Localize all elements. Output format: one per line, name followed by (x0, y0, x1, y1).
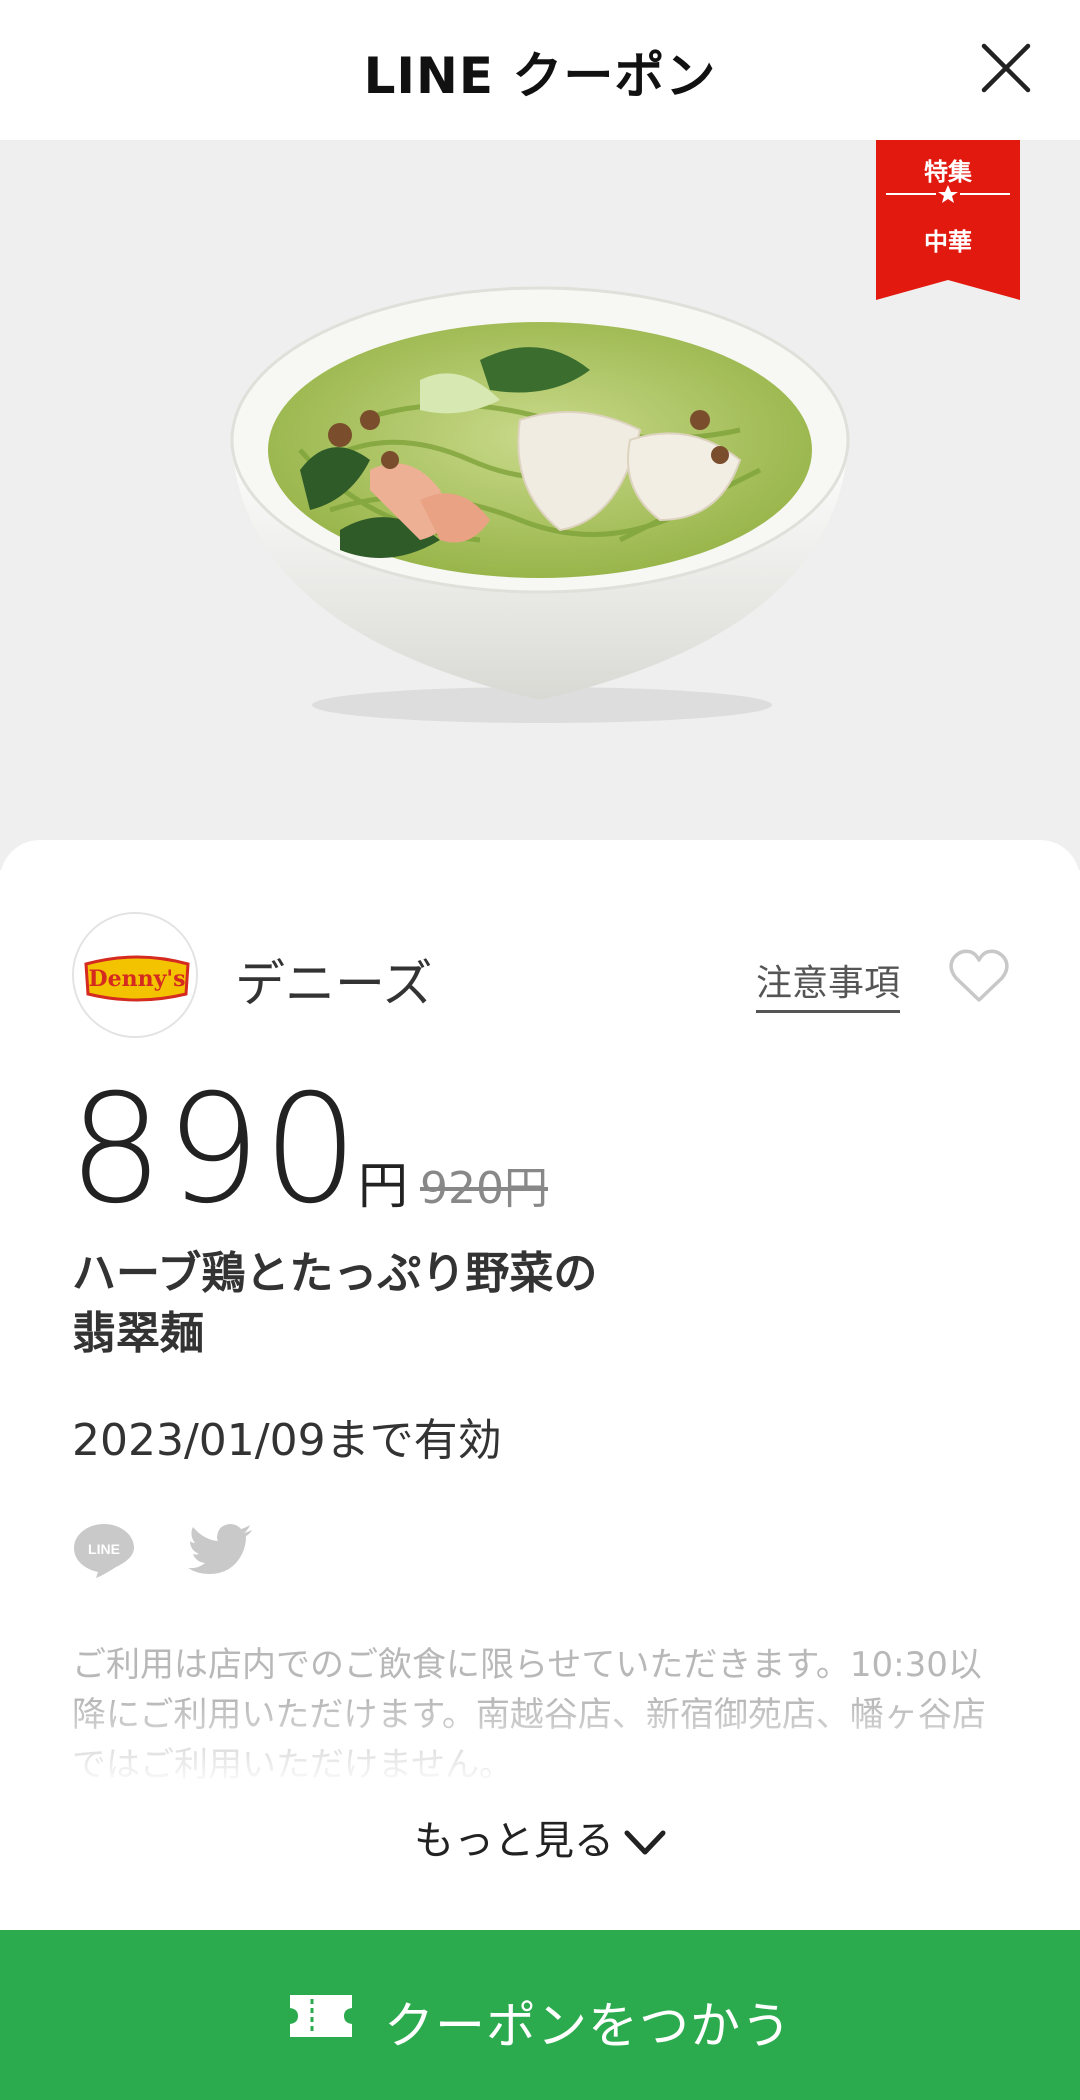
coupon-image: 特集 中華 (0, 140, 1080, 870)
more-button[interactable]: もっと見る (0, 1808, 1080, 1866)
use-coupon-button[interactable]: クーポンをつかう (0, 1930, 1080, 2100)
notice-link[interactable]: 注意事項 (756, 954, 901, 1013)
twitter-icon[interactable] (188, 1522, 254, 1580)
heart-icon[interactable] (948, 948, 1010, 1004)
valid-until: 2023/01/09まで有効 (72, 1415, 502, 1466)
chevron-down-icon (624, 1830, 666, 1855)
noodle-bowl-image (230, 286, 850, 723)
coupon-title-line1: ハーブ鶏とたっぷり野菜の (72, 1248, 598, 1299)
ticket-icon (290, 1995, 352, 2037)
coupon-title-line2: 翡翠麺 (72, 1308, 204, 1359)
header-title: LINE クーポン (363, 47, 717, 105)
close-icon[interactable] (978, 40, 1034, 96)
line-share-icon[interactable]: LINE (72, 1520, 136, 1580)
badge-line2: 中華 (924, 228, 972, 256)
badge-line1: 特集 (924, 158, 972, 186)
price-unit: 円 (358, 1157, 408, 1215)
discount-price: 890 (68, 1063, 361, 1237)
use-coupon-label: クーポンをつかう (384, 1997, 792, 2055)
line-share-label: LINE (88, 1541, 120, 1557)
coupon-title: ハーブ鶏とたっぷり野菜の 翡翠麺 (72, 1244, 772, 1364)
store-name: デニーズ (235, 955, 433, 1013)
store-logo: Denny's (72, 912, 198, 1038)
terms-fade (0, 1700, 1080, 1810)
store-logo-text: Denny's (89, 966, 186, 992)
original-price: 920円 (420, 1163, 548, 1214)
app-header: LINE クーポン (0, 0, 1080, 140)
store-row: Denny's デニーズ 注意事項 (72, 912, 1012, 1040)
more-label: もっと見る (414, 1818, 614, 1864)
